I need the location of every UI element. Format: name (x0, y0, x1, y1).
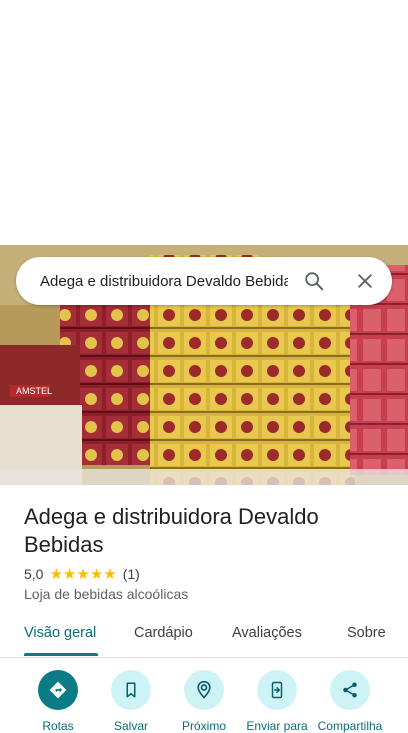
star-icon: ★ (76, 565, 90, 583)
rating-value: 5,0 (24, 566, 44, 582)
tab-bar: Visão geral Cardápio Avaliações Sobre (0, 617, 408, 657)
active-tab-indicator (24, 653, 98, 656)
share-button[interactable]: Compartilha (310, 670, 390, 733)
place-category: Loja de bebidas alcoólicas (24, 586, 189, 602)
save-label: Salvar (113, 719, 148, 733)
star-icon: ★ (103, 565, 117, 583)
send-to-phone-button[interactable]: Enviar para (237, 670, 317, 733)
map-blank-area (0, 0, 408, 245)
amstel-label: AMSTEL (16, 386, 52, 396)
nearby-label: Próximo (181, 719, 226, 733)
send-to-phone-label: Enviar para (246, 719, 308, 733)
tab-menu[interactable]: Cardápio (134, 625, 193, 641)
bookmark-icon (126, 682, 136, 698)
save-button[interactable]: Salvar (91, 670, 171, 733)
directions-label: Rotas (42, 719, 74, 733)
tab-reviews[interactable]: Avaliações (232, 625, 302, 641)
divider (0, 657, 408, 658)
share-label: Compartilha (317, 719, 383, 733)
search-button[interactable] (302, 269, 326, 293)
search-input[interactable]: Adega e distribuidora Devaldo Bebidas (40, 273, 288, 290)
place-title: Adega e distribuidora Devaldo Bebidas (24, 504, 319, 557)
send-to-phone-icon (271, 681, 283, 699)
tab-about[interactable]: Sobre (347, 625, 386, 641)
search-bar[interactable]: Adega e distribuidora Devaldo Bebidas (16, 257, 392, 305)
rating-row[interactable]: 5,0 ★ ★ ★ ★ ★ (1) (24, 565, 140, 583)
star-icon: ★ (49, 565, 63, 583)
directions-icon (49, 681, 67, 699)
search-icon (305, 272, 324, 291)
tab-overview[interactable]: Visão geral (24, 625, 96, 641)
close-button[interactable] (353, 269, 377, 293)
close-icon (358, 274, 372, 288)
review-count[interactable]: (1) (123, 566, 140, 582)
star-rating: ★ ★ ★ ★ ★ (49, 567, 116, 582)
nearby-button[interactable]: Próximo (164, 670, 244, 733)
share-icon (343, 682, 357, 698)
star-icon: ★ (89, 565, 104, 583)
nearby-icon (197, 680, 211, 699)
action-bar: Rotas Salvar Próximo Enviar para Compart… (0, 670, 408, 733)
directions-button[interactable]: Rotas (18, 670, 98, 733)
star-icon: ★ (62, 565, 77, 583)
